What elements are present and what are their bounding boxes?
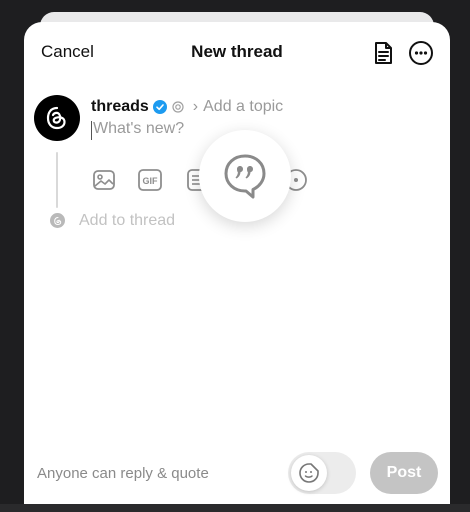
reply-setting-button[interactable]: Anyone can reply & quote [37,465,209,482]
quote-overlay[interactable] [199,130,291,222]
sticker-toggle[interactable] [288,452,356,494]
thread-connector-line [56,152,58,208]
post-text-input[interactable] [93,120,343,138]
chevron-right-icon: › [192,98,199,115]
post-button[interactable]: Post [370,452,438,494]
avatar [34,95,80,141]
bottom-strip [0,504,470,512]
drafts-icon[interactable] [370,40,396,66]
add-to-thread-button[interactable]: Add to thread [79,212,175,230]
more-options-icon[interactable] [408,40,434,66]
svg-text:GIF: GIF [143,176,159,186]
sticker-face-icon [299,463,319,483]
new-thread-sheet: Cancel New thread threads › Add a topic [24,22,450,512]
add-topic-button[interactable]: Add a topic [203,98,283,116]
verified-badge-icon [152,100,167,114]
repost-settings-icon[interactable] [172,101,184,113]
author-row: threads › Add a topic [91,97,283,117]
quote-icon [224,154,266,199]
image-icon[interactable] [91,167,117,193]
username[interactable]: threads [91,98,149,116]
gif-icon[interactable]: GIF [137,167,163,193]
small-avatar [50,213,65,228]
threads-small-logo-icon [53,216,61,225]
toggle-knob [291,455,327,491]
threads-logo-icon [46,106,66,130]
text-cursor [91,121,92,140]
